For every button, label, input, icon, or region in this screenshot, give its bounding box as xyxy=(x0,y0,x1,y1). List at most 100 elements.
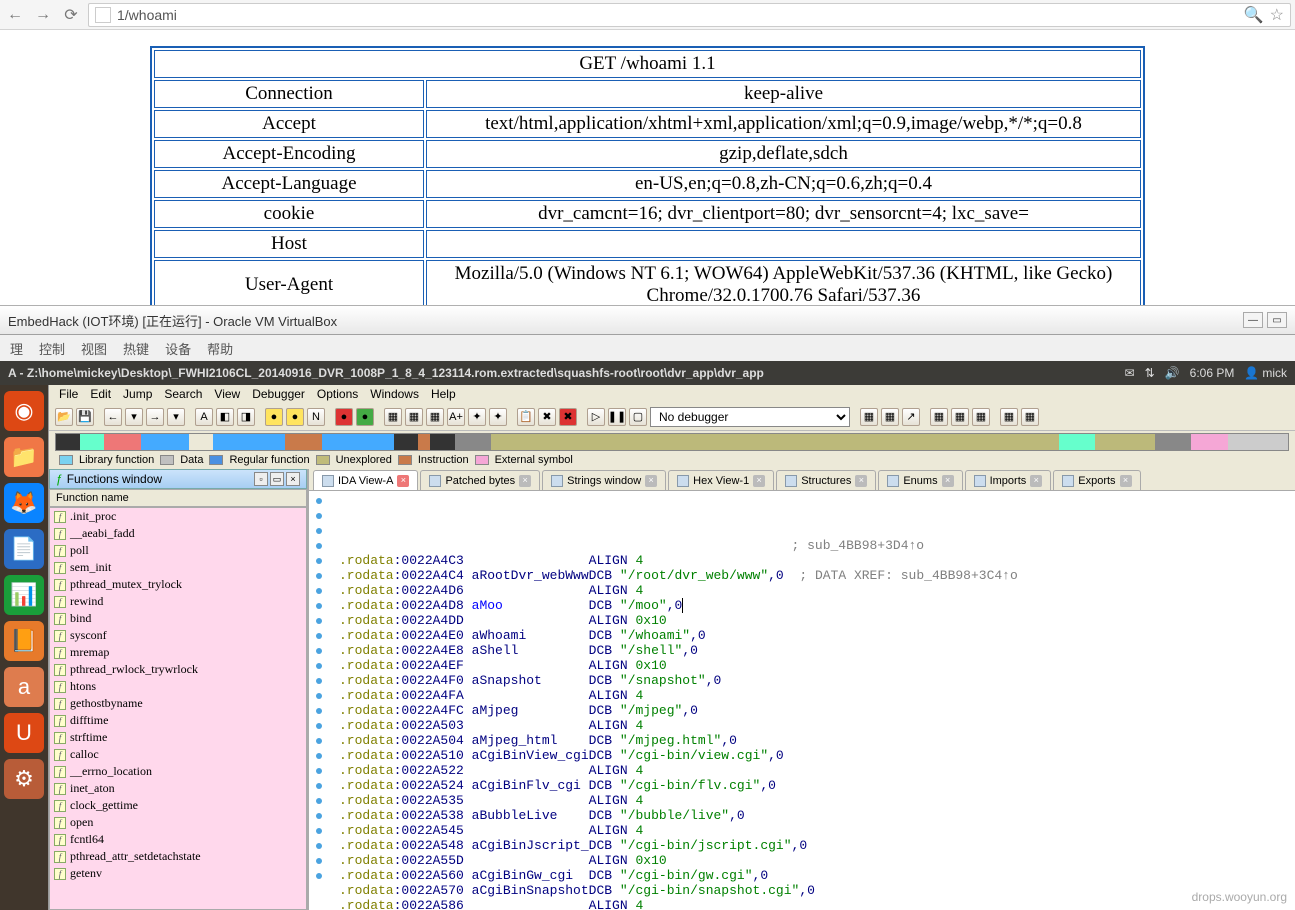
vm-menu-item[interactable]: 控制 xyxy=(39,339,65,358)
ida-menu-item[interactable]: Jump xyxy=(123,387,152,403)
disasm-line[interactable]: .rodata:0022A504 aMjpeg_html DCB "/mjpeg… xyxy=(339,733,1291,748)
tab-strings-window[interactable]: Strings window× xyxy=(542,470,666,490)
tb-g4[interactable]: A+ xyxy=(447,408,465,426)
launcher-impress[interactable]: 📙 xyxy=(4,621,44,661)
function-row[interactable]: fmremap xyxy=(50,644,306,661)
disasm-line[interactable]: .rodata:0022A560 aCgiBinGw_cgi DCB "/cgi… xyxy=(339,868,1291,883)
function-row[interactable]: fgetenv xyxy=(50,865,306,882)
function-row[interactable]: frewind xyxy=(50,593,306,610)
disasm-line[interactable]: ; sub_4BB98+3D4↑o xyxy=(339,538,1291,553)
mail-icon[interactable]: ✉ xyxy=(1125,366,1135,380)
disasm-line[interactable]: .rodata:0022A4C4 aRootDvr_webWwwDCB "/ro… xyxy=(339,568,1291,583)
pause-icon[interactable]: ❚❚ xyxy=(608,408,626,426)
vm-menu-item[interactable]: 理 xyxy=(10,339,23,358)
navigation-band[interactable] xyxy=(55,433,1289,451)
function-row[interactable]: f__errno_location xyxy=(50,763,306,780)
tb-g1[interactable]: ▦ xyxy=(384,408,402,426)
tb-s2[interactable]: ▦ xyxy=(951,408,969,426)
tb-c[interactable]: ◨ xyxy=(237,408,255,426)
disasm-line[interactable]: .rodata:0022A4C3 ALIGN 4 xyxy=(339,553,1291,568)
ida-menu-item[interactable]: Options xyxy=(317,387,358,403)
close-icon[interactable]: × xyxy=(519,475,531,487)
vm-menu-item[interactable]: 设备 xyxy=(165,339,191,358)
bookmark-icon[interactable]: ☆ xyxy=(1270,5,1284,25)
save-icon[interactable]: 💾 xyxy=(76,408,94,426)
disasm-line[interactable]: .rodata:0022A570 aCgiBinSnapshotDCB "/cg… xyxy=(339,883,1291,898)
launcher-files[interactable]: 📁 xyxy=(4,437,44,477)
play-icon[interactable]: ▷ xyxy=(587,408,605,426)
tb-y2[interactable]: ● xyxy=(286,408,304,426)
close-icon[interactable]: × xyxy=(942,475,954,487)
function-row[interactable]: fpoll xyxy=(50,542,306,559)
maximize-button[interactable]: ▭ xyxy=(1267,312,1287,328)
undo-icon[interactable]: ← xyxy=(104,408,122,426)
disasm-line[interactable]: .rodata:0022A4EF ALIGN 0x10 xyxy=(339,658,1291,673)
ida-menu-item[interactable]: View xyxy=(214,387,240,403)
tb-g3[interactable]: ▦ xyxy=(426,408,444,426)
functions-header[interactable]: Function name xyxy=(49,489,307,507)
disasm-line[interactable]: .rodata:0022A545 ALIGN 4 xyxy=(339,823,1291,838)
disasm-line[interactable]: .rodata:0022A548 aCgiBinJscript_DCB "/cg… xyxy=(339,838,1291,853)
fwd-icon[interactable]: → xyxy=(146,408,164,426)
launcher-amazon[interactable]: a xyxy=(4,667,44,707)
tb-g6[interactable]: ✦ xyxy=(489,408,507,426)
launcher-software[interactable]: U xyxy=(4,713,44,753)
function-row[interactable]: fcalloc xyxy=(50,746,306,763)
tb-s3[interactable]: ▦ xyxy=(972,408,990,426)
function-row[interactable]: fgethostbyname xyxy=(50,695,306,712)
launcher-calc[interactable]: 📊 xyxy=(4,575,44,615)
tab-structures[interactable]: Structures× xyxy=(776,470,876,490)
function-row[interactable]: fdifftime xyxy=(50,712,306,729)
tb-s1[interactable]: ▦ xyxy=(930,408,948,426)
disasm-line[interactable]: .rodata:0022A4D6 ALIGN 4 xyxy=(339,583,1291,598)
function-row[interactable]: fpthread_mutex_trylock xyxy=(50,576,306,593)
tb-t2[interactable]: ▦ xyxy=(1021,408,1039,426)
function-row[interactable]: f.init_proc xyxy=(50,508,306,525)
tb-h2[interactable]: ✖ xyxy=(538,408,556,426)
functions-list[interactable]: f.init_procf__aeabi_faddfpollfsem_initfp… xyxy=(49,507,307,910)
tb-g5[interactable]: ✦ xyxy=(468,408,486,426)
close-icon[interactable]: × xyxy=(1120,475,1132,487)
ida-menu-item[interactable]: Edit xyxy=(90,387,111,403)
tb-h3[interactable]: ✖ xyxy=(559,408,577,426)
disasm-line[interactable]: .rodata:0022A4E0 aWhoami DCB "/whoami",0 xyxy=(339,628,1291,643)
ida-menu-item[interactable]: Help xyxy=(431,387,456,403)
disasm-line[interactable]: .rodata:0022A586 ALIGN 4 xyxy=(339,898,1291,910)
url-bar[interactable]: 1/whoami 🔍 ☆ xyxy=(88,3,1291,27)
function-row[interactable]: fhtons xyxy=(50,678,306,695)
function-row[interactable]: fsem_init xyxy=(50,559,306,576)
tab-exports[interactable]: Exports× xyxy=(1053,470,1140,490)
tb-r2[interactable]: ▦ xyxy=(881,408,899,426)
disasm-line[interactable]: .rodata:0022A4FC aMjpeg DCB "/mjpeg",0 xyxy=(339,703,1291,718)
breakpoint-icon[interactable]: ● xyxy=(335,408,353,426)
tab-patched-bytes[interactable]: Patched bytes× xyxy=(420,470,540,490)
function-row[interactable]: fpthread_rwlock_trywrlock xyxy=(50,661,306,678)
disasm-line[interactable]: .rodata:0022A522 ALIGN 4 xyxy=(339,763,1291,778)
launcher-dash[interactable]: ◉ xyxy=(4,391,44,431)
disassembly-view[interactable]: ; sub_4BB98+3D4↑o.rodata:0022A4C3 ALIGN … xyxy=(309,491,1295,910)
volume-icon[interactable]: 🔊 xyxy=(1165,366,1180,380)
disasm-line[interactable]: .rodata:0022A4F0 aSnapshot DCB "/snapsho… xyxy=(339,673,1291,688)
ida-menu-item[interactable]: Windows xyxy=(370,387,419,403)
function-row[interactable]: fbind xyxy=(50,610,306,627)
launcher-firefox[interactable]: 🦊 xyxy=(4,483,44,523)
close-icon[interactable]: × xyxy=(397,475,409,487)
function-row[interactable]: fclock_gettime xyxy=(50,797,306,814)
disasm-line[interactable]: .rodata:0022A510 aCgiBinView_cgiDCB "/cg… xyxy=(339,748,1291,763)
back-button[interactable]: ← xyxy=(4,4,26,26)
tab-enums[interactable]: Enums× xyxy=(878,470,962,490)
disasm-line[interactable]: .rodata:0022A538 aBubbleLive DCB "/bubbl… xyxy=(339,808,1291,823)
tb-b[interactable]: ◧ xyxy=(216,408,234,426)
fwd2-icon[interactable]: ▾ xyxy=(167,408,185,426)
ida-menu-item[interactable]: File xyxy=(59,387,78,403)
tab-ida-view-a[interactable]: IDA View-A× xyxy=(313,470,418,490)
ida-menu-item[interactable]: Search xyxy=(164,387,202,403)
function-row[interactable]: fstrftime xyxy=(50,729,306,746)
reload-button[interactable]: ⟳ xyxy=(60,4,82,26)
zoom-icon[interactable]: 🔍 xyxy=(1244,5,1264,25)
vm-menu-item[interactable]: 帮助 xyxy=(207,339,233,358)
open-icon[interactable]: 📂 xyxy=(55,408,73,426)
function-row[interactable]: fpthread_attr_setdetachstate xyxy=(50,848,306,865)
minimize-button[interactable]: — xyxy=(1243,312,1263,328)
close-icon[interactable]: × xyxy=(855,475,867,487)
